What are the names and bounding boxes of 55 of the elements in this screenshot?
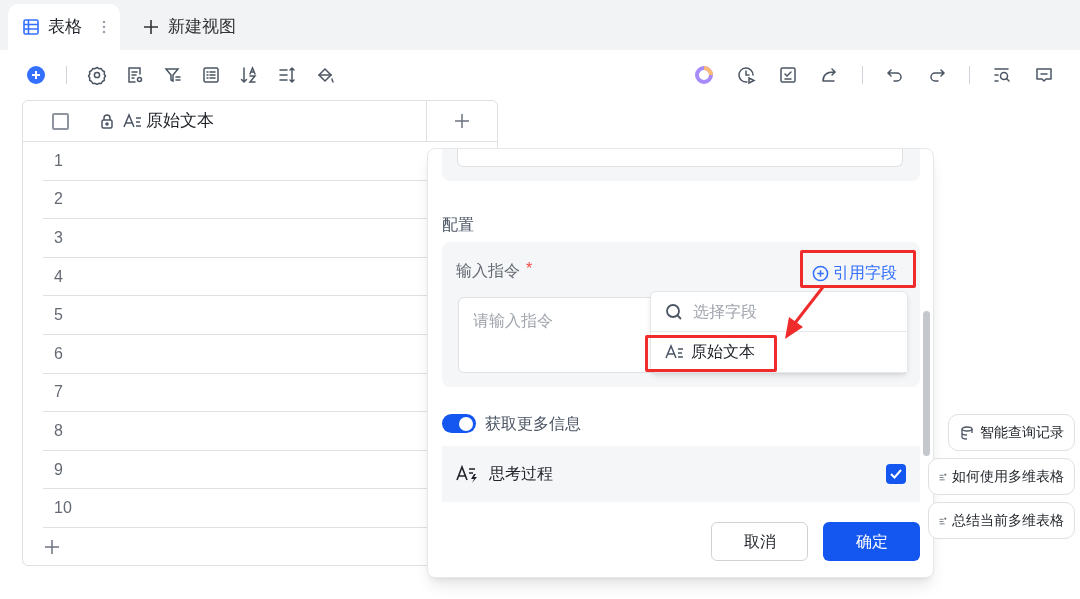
required-mark: * bbox=[526, 259, 533, 279]
row-number: 3 bbox=[54, 228, 63, 248]
search-list-icon[interactable] bbox=[992, 65, 1012, 85]
option-label: 思考过程 bbox=[489, 464, 553, 484]
confirm-button[interactable]: 确定 bbox=[823, 522, 920, 561]
database-icon bbox=[961, 425, 975, 440]
search-icon bbox=[665, 302, 683, 321]
add-icon[interactable] bbox=[26, 65, 46, 85]
add-column-icon[interactable] bbox=[454, 113, 470, 129]
filter-icon[interactable] bbox=[163, 65, 183, 85]
row-number: 8 bbox=[54, 420, 63, 441]
suggestion-chip[interactable]: 智能查询记录 bbox=[948, 414, 1075, 451]
history-icon[interactable] bbox=[736, 65, 756, 85]
text-field-icon bbox=[665, 344, 685, 360]
settings-icon[interactable] bbox=[87, 65, 107, 85]
check-icon bbox=[890, 469, 902, 479]
section-title: 配置 bbox=[442, 215, 474, 235]
sort-icon[interactable] bbox=[239, 65, 259, 85]
field-label: 输入指令 bbox=[456, 261, 520, 281]
view-tab[interactable]: 新建视图 bbox=[128, 4, 250, 50]
table-icon bbox=[22, 18, 40, 36]
add-row-icon[interactable] bbox=[44, 538, 60, 555]
reference-field-button[interactable]: 引用字段 bbox=[812, 261, 897, 285]
search-field[interactable]: 选择字段 bbox=[693, 299, 873, 324]
toggle-switch[interactable] bbox=[442, 414, 476, 433]
comment-icon[interactable] bbox=[1034, 65, 1054, 85]
row-number: 6 bbox=[54, 343, 63, 364]
suggestion-chip[interactable]: 如何使用多维表格 bbox=[928, 458, 1075, 495]
text-field-icon bbox=[123, 113, 143, 129]
list-icon[interactable] bbox=[201, 65, 221, 85]
checkbox[interactable] bbox=[52, 112, 69, 130]
arrow bbox=[783, 285, 825, 341]
checkbox[interactable] bbox=[886, 464, 906, 484]
add-icon bbox=[812, 264, 829, 282]
plus-icon bbox=[142, 18, 160, 36]
lock-icon bbox=[99, 113, 115, 129]
row-number: 7 bbox=[54, 382, 63, 403]
ai-ring-icon[interactable] bbox=[694, 65, 714, 85]
row-number: 1 bbox=[54, 150, 63, 171]
checklist-icon[interactable] bbox=[778, 65, 798, 85]
suggestion-chip[interactable]: 总结当前多维表格 bbox=[928, 502, 1075, 539]
row-number: 4 bbox=[54, 266, 63, 287]
paint-bucket-icon[interactable] bbox=[315, 65, 335, 85]
row-height-icon[interactable] bbox=[277, 65, 297, 85]
row-number: 2 bbox=[54, 189, 63, 210]
view-tab[interactable]: 表格 bbox=[8, 4, 120, 50]
cancel-button[interactable]: 取消 bbox=[711, 522, 808, 561]
ai-text-icon bbox=[456, 464, 480, 484]
row-number: 5 bbox=[54, 305, 63, 326]
column-header[interactable]: 原始文本 bbox=[146, 108, 214, 134]
row-number: 9 bbox=[54, 459, 63, 480]
form-settings-icon[interactable] bbox=[125, 65, 145, 85]
row-number: 10 bbox=[54, 498, 72, 519]
toggle-label: 获取更多信息 bbox=[485, 414, 581, 434]
dropdown-option[interactable]: 原始文本 bbox=[651, 332, 907, 372]
